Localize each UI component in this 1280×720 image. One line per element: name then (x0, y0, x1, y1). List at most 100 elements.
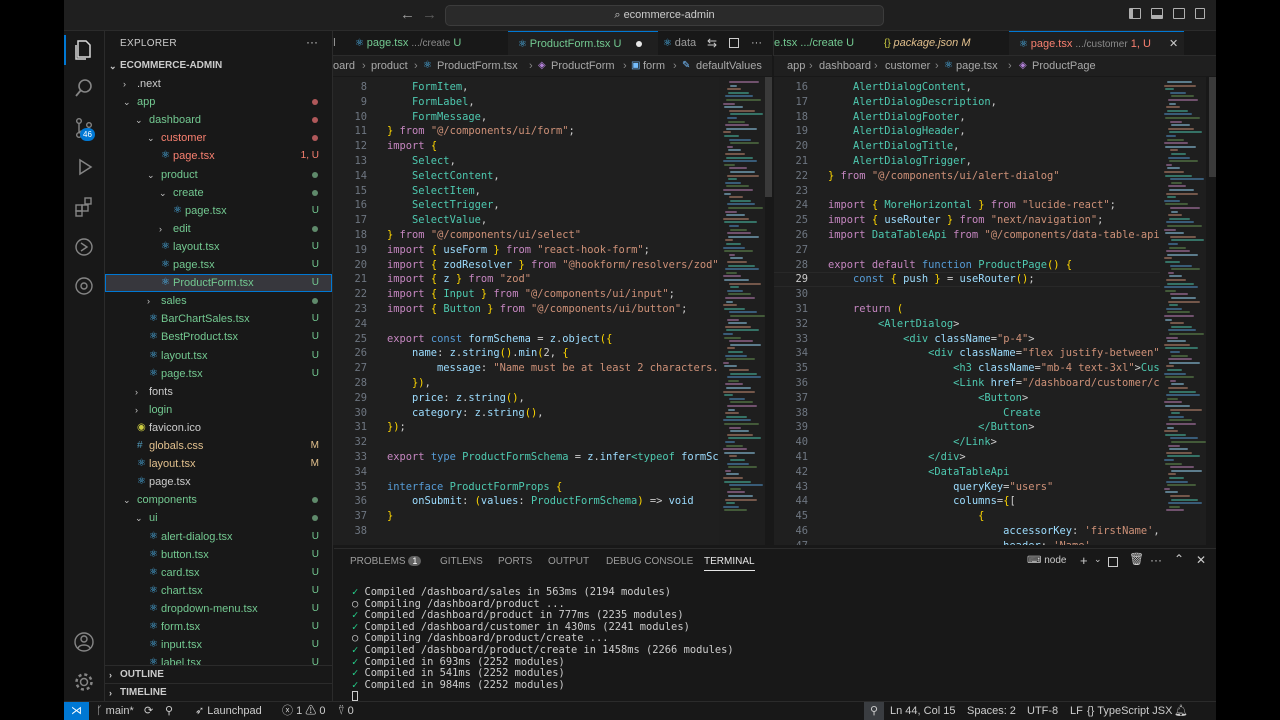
accounts-icon[interactable] (73, 631, 95, 653)
indentation[interactable]: Spaces: 2 (967, 702, 1016, 720)
file-item[interactable]: ⚛ page.tsx U (105, 256, 332, 274)
explorer-icon[interactable] (73, 39, 95, 61)
remote-indicator-icon[interactable]: ⋊ (64, 702, 89, 720)
file-item[interactable]: ⚛ form.tsx U (105, 618, 332, 636)
customize-layout-icon[interactable] (1195, 8, 1205, 19)
terminal-selector[interactable]: ⌨ node (1027, 555, 1066, 566)
file-item[interactable]: ⚛ layout.tsx U (105, 238, 332, 256)
project-root[interactable]: ⌄ ECOMMERCE-ADMIN (105, 57, 332, 75)
right-code-editor[interactable]: 16 AlertDialogContent, 17 AlertDialogDesc… (774, 77, 1160, 545)
sync-icon[interactable]: ⟳ (144, 702, 153, 720)
compare-icon[interactable]: ⇆ (707, 31, 717, 55)
unsaved-dot-icon[interactable] (636, 41, 642, 47)
tab-output[interactable]: OUTPUT (548, 556, 589, 567)
file-item[interactable]: ⚛ input.tsx U (105, 636, 332, 654)
toggle-panel-icon[interactable] (1151, 8, 1163, 19)
search-icon[interactable] (73, 77, 95, 99)
maximize-panel-icon[interactable]: ⌃ (1174, 552, 1184, 566)
command-center[interactable]: ⌕ ecommerce-admin (445, 5, 884, 26)
tab-gitlens[interactable]: GITLENS (440, 556, 483, 567)
file-item[interactable]: ◉ favicon.ico (105, 419, 332, 437)
file-item[interactable]: ⚛ card.tsx U (105, 564, 332, 582)
toggle-sidebar-icon[interactable] (1129, 8, 1141, 19)
right-minimap[interactable] (1160, 77, 1206, 545)
folder-item[interactable]: › sales (105, 292, 332, 310)
minimap-line (1164, 113, 1192, 116)
left-scrollbar[interactable] (765, 77, 772, 197)
line-number: 20 (795, 140, 808, 153)
gitlens-status-icon[interactable]: ⚲ (165, 702, 173, 720)
file-item[interactable]: ⚛ layout.tsx M (105, 455, 332, 473)
line-number: 31 (354, 421, 367, 434)
close-icon[interactable]: ✕ (1169, 32, 1178, 55)
left-minimap[interactable] (719, 77, 765, 545)
more-actions-icon[interactable]: ··· (751, 31, 762, 55)
folder-item[interactable]: ⌄ create (105, 184, 332, 202)
tab-data[interactable]: ⚛ data (663, 31, 703, 55)
notifications-bell-icon[interactable]: 🔔︎ (1174, 702, 1188, 720)
folder-item[interactable]: ⌄ dashboard (105, 111, 332, 129)
timeline-section[interactable]: › TIMELINE (105, 683, 332, 702)
close-panel-icon[interactable]: ✕ (1196, 553, 1206, 567)
chevron-down-icon[interactable]: ⌄ (1094, 554, 1102, 565)
tab-productform[interactable]: ⚛ ProductForm.tsx U (508, 31, 658, 55)
file-item[interactable]: # globals.css M (105, 437, 332, 455)
file-item[interactable]: ⚛ ProductForm.tsx U (105, 274, 332, 292)
file-item[interactable]: ⚛ page.tsx U (105, 365, 332, 383)
folder-item[interactable]: › .next (105, 75, 332, 93)
tab-debug-console[interactable]: DEBUG CONSOLE (606, 556, 693, 567)
tab-page-customer[interactable]: ⚛ page.tsx .../customer 1, U ✕ (1009, 31, 1184, 55)
extensions-icon[interactable] (73, 196, 95, 218)
tab-package-json[interactable]: {} package.json M (884, 31, 999, 55)
file-item[interactable]: ⚛ page.tsx (105, 473, 332, 491)
split-terminal-icon[interactable] (1108, 557, 1118, 567)
end-of-line[interactable]: LF (1070, 702, 1083, 720)
folder-item[interactable]: ⌄ components (105, 491, 332, 509)
right-scrollbar[interactable] (1209, 77, 1216, 177)
folder-item[interactable]: ⌄ app (105, 93, 332, 111)
zoom-icon[interactable]: ⚲ (864, 702, 885, 720)
file-item[interactable]: ⚛ BarChartSales.tsx U (105, 310, 332, 328)
run-debug-icon[interactable] (73, 156, 95, 178)
new-terminal-icon[interactable]: + (1080, 553, 1088, 568)
language-mode[interactable]: {} TypeScript JSX (1087, 702, 1172, 720)
tab-page-create[interactable]: ⚛ page.tsx .../create U (355, 31, 505, 55)
launchpad-status[interactable]: ➶ Launchpad (195, 702, 262, 720)
left-code-editor[interactable]: 8 FormItem, 9 FormLabel, 10 FormMessage, 11… (333, 77, 719, 545)
back-arrow-icon[interactable]: ← (400, 6, 415, 23)
file-item[interactable]: ⚛ chart.tsx U (105, 582, 332, 600)
tab-page-create-right[interactable]: e.tsx .../create U (774, 31, 874, 55)
folder-item[interactable]: ⌄ customer (105, 129, 332, 147)
forward-arrow-icon[interactable]: → (422, 6, 437, 23)
file-item[interactable]: ⚛ page.tsx 1, U (105, 147, 332, 165)
folder-item[interactable]: ⌄ product (105, 166, 332, 184)
outline-section[interactable]: › OUTLINE (105, 665, 332, 684)
file-item[interactable]: ⚛ BestProduct.tsx U (105, 328, 332, 346)
kill-terminal-icon[interactable]: 🗑 (1129, 552, 1144, 566)
file-item[interactable]: ⚛ layout.tsx U (105, 347, 332, 365)
cursor-position[interactable]: Ln 44, Col 15 (890, 702, 955, 720)
ports-status[interactable]: ⍢ 0 (338, 702, 354, 720)
encoding[interactable]: UTF-8 (1027, 702, 1058, 720)
remote-explorer-icon[interactable] (73, 236, 95, 258)
problems-status[interactable]: ⓧ 1 ⚠ 0 (282, 702, 325, 720)
file-item[interactable]: ⚛ page.tsx U (105, 202, 332, 220)
tab-problems[interactable]: PROBLEMS 1 (350, 556, 422, 567)
file-item[interactable]: ⚛ button.tsx U (105, 546, 332, 564)
gitlens-icon[interactable] (73, 275, 95, 297)
manage-gear-icon[interactable] (73, 671, 95, 693)
file-item[interactable]: ⚛ dropdown-menu.tsx U (105, 600, 332, 618)
folder-item[interactable]: ⌄ ui (105, 509, 332, 527)
file-item[interactable]: ⚛ alert-dialog.tsx U (105, 528, 332, 546)
folder-item[interactable]: › edit (105, 220, 332, 238)
tab-ports[interactable]: PORTS (498, 556, 532, 567)
branch-status[interactable]: ᚴ main* (96, 702, 134, 720)
tab-terminal[interactable]: TERMINAL (704, 556, 755, 571)
more-actions-icon[interactable]: ··· (1150, 553, 1162, 567)
folder-item[interactable]: › fonts (105, 383, 332, 401)
toggle-secondary-sidebar-icon[interactable] (1173, 8, 1185, 19)
more-actions-icon[interactable]: ··· (306, 35, 318, 49)
terminal-output[interactable]: ✓ Compiled /dashboard/sales in 563ms (21… (352, 586, 734, 691)
folder-item[interactable]: › login (105, 401, 332, 419)
split-editor-icon[interactable] (729, 38, 739, 48)
